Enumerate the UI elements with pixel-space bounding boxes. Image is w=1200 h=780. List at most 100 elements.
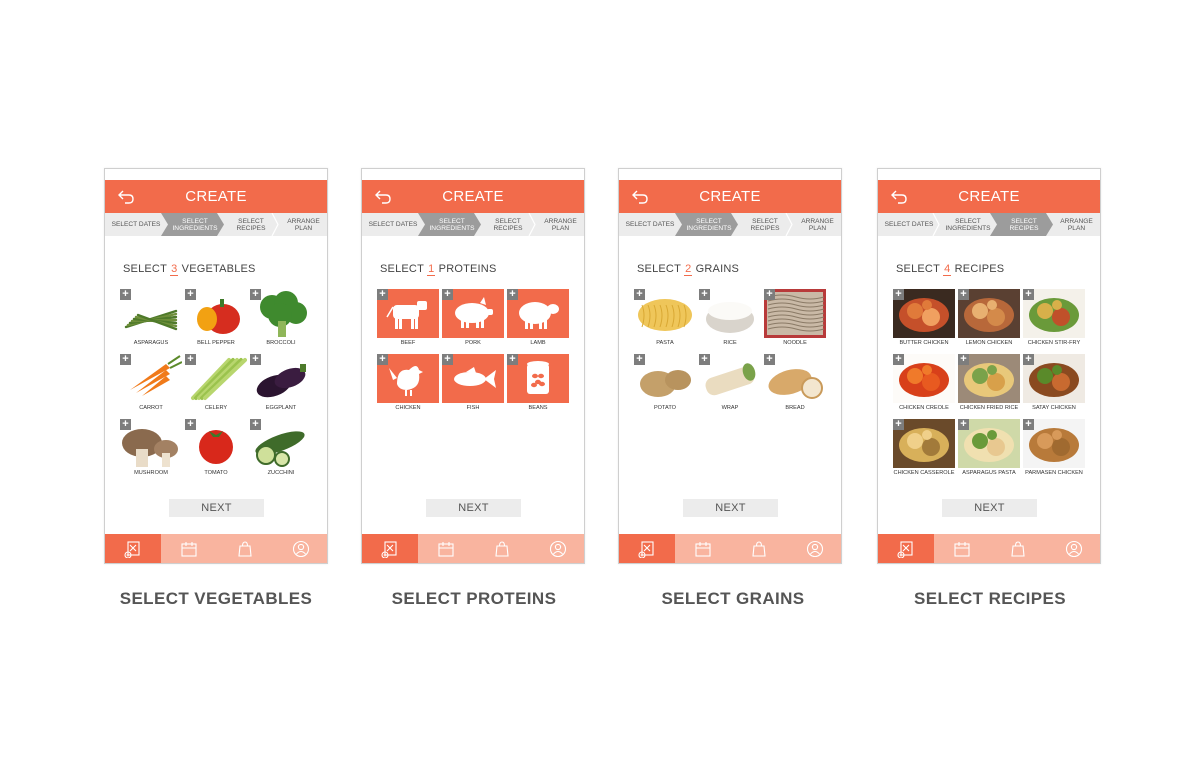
- step-select-ingredients[interactable]: SELECT INGREDIENTS: [934, 213, 997, 236]
- plus-icon[interactable]: +: [634, 354, 645, 365]
- tile-lemon-chicken[interactable]: + LEMON CHICKEN: [958, 289, 1020, 351]
- next-button[interactable]: NEXT: [426, 499, 521, 517]
- tile-pasta[interactable]: + PASTA: [634, 289, 696, 351]
- plus-icon[interactable]: +: [250, 354, 261, 365]
- tile-beans[interactable]: + BEANS: [507, 354, 569, 416]
- tile-satay-chicken[interactable]: + SATAY CHICKEN: [1023, 354, 1085, 416]
- plus-icon[interactable]: +: [634, 289, 645, 300]
- tile-carrot[interactable]: + CARROT: [120, 354, 182, 416]
- nav-item-calendar[interactable]: [418, 534, 474, 563]
- nav-item-create-plan[interactable]: [362, 534, 418, 563]
- plus-icon[interactable]: +: [699, 289, 710, 300]
- step-select-recipes[interactable]: SELECT RECIPES: [990, 213, 1053, 236]
- step-arrange-plan[interactable]: ARRANGE PLAN: [1046, 213, 1102, 236]
- nav-item-create-plan[interactable]: [619, 534, 675, 563]
- step-select-ingredients[interactable]: SELECT INGREDIENTS: [418, 213, 481, 236]
- nav-item-profile[interactable]: [1046, 534, 1102, 563]
- nav-item-profile[interactable]: [787, 534, 843, 563]
- plus-icon[interactable]: +: [507, 289, 518, 300]
- tile-mushroom[interactable]: + MUSHROOM: [120, 419, 182, 481]
- bottom-navigation: [619, 534, 841, 563]
- plus-icon[interactable]: +: [893, 354, 904, 365]
- page-title: CREATE: [185, 188, 247, 205]
- selection-count: 2: [684, 263, 693, 276]
- tile-bread[interactable]: + BREAD: [764, 354, 826, 416]
- step-progress-bar: SELECT DATES SELECT INGREDIENTS SELECT REC…: [619, 213, 841, 236]
- tile-chicken[interactable]: + CHICKEN: [377, 354, 439, 416]
- step-select-dates[interactable]: SELECT DATES: [619, 213, 682, 236]
- plus-icon[interactable]: +: [1023, 419, 1034, 430]
- plus-icon[interactable]: +: [764, 354, 775, 365]
- tile-asparagus[interactable]: + ASPARAGUS: [120, 289, 182, 351]
- plus-icon[interactable]: +: [250, 289, 261, 300]
- plus-icon[interactable]: +: [893, 289, 904, 300]
- plus-icon[interactable]: +: [185, 289, 196, 300]
- tile-zucchini[interactable]: + ZUCCHINI: [250, 419, 312, 481]
- plus-icon[interactable]: +: [699, 354, 710, 365]
- tile-potato[interactable]: + POTATO: [634, 354, 696, 416]
- plus-icon[interactable]: +: [185, 354, 196, 365]
- nav-item-shopping-bag[interactable]: [474, 534, 530, 563]
- plus-icon[interactable]: +: [893, 419, 904, 430]
- tile-asparagus-pasta[interactable]: + ASPARAGUS PASTA: [958, 419, 1020, 481]
- tile-noodle[interactable]: + NOODLE: [764, 289, 826, 351]
- nav-item-calendar[interactable]: [161, 534, 217, 563]
- nav-item-create-plan[interactable]: [105, 534, 161, 563]
- tile-chicken-casserole[interactable]: + CHICKEN CASSEROLE: [893, 419, 955, 481]
- tile-lamb[interactable]: + LAMB: [507, 289, 569, 351]
- plus-icon[interactable]: +: [185, 419, 196, 430]
- tile-eggplant[interactable]: + EGGPLANT: [250, 354, 312, 416]
- step-select-ingredients[interactable]: SELECT INGREDIENTS: [675, 213, 738, 236]
- plus-icon[interactable]: +: [958, 289, 969, 300]
- step-arrange-plan[interactable]: ARRANGE PLAN: [273, 213, 329, 236]
- next-button[interactable]: NEXT: [169, 499, 264, 517]
- plus-icon[interactable]: +: [442, 289, 453, 300]
- tile-pork[interactable]: + PORK: [442, 289, 504, 351]
- next-button[interactable]: NEXT: [942, 499, 1037, 517]
- tile-celery[interactable]: + CELERY: [185, 354, 247, 416]
- tile-chicken-stir-fry[interactable]: + CHICKEN STIR-FRY: [1023, 289, 1085, 351]
- step-select-dates[interactable]: SELECT DATES: [105, 213, 168, 236]
- plus-icon[interactable]: +: [958, 419, 969, 430]
- tile-butter-chicken[interactable]: + BUTTER CHICKEN: [893, 289, 955, 351]
- plus-icon[interactable]: +: [958, 354, 969, 365]
- step-arrange-plan[interactable]: ARRANGE PLAN: [530, 213, 586, 236]
- calendar-icon: [438, 541, 454, 557]
- tile-parmasen-chicken[interactable]: + PARMASEN CHICKEN: [1023, 419, 1085, 481]
- plus-icon[interactable]: +: [764, 289, 775, 300]
- step-arrange-plan[interactable]: ARRANGE PLAN: [787, 213, 843, 236]
- plus-icon[interactable]: +: [120, 354, 131, 365]
- tile-broccoli[interactable]: + BROCCOLI: [250, 289, 312, 351]
- nav-item-shopping-bag[interactable]: [990, 534, 1046, 563]
- plus-icon[interactable]: +: [377, 354, 388, 365]
- nav-item-profile[interactable]: [530, 534, 586, 563]
- heading-prefix: SELECT: [896, 263, 940, 275]
- tile-beef[interactable]: + BEEF: [377, 289, 439, 351]
- app-bar: CREATE: [878, 180, 1100, 213]
- tile-rice[interactable]: + RICE: [699, 289, 761, 351]
- nav-item-calendar[interactable]: [675, 534, 731, 563]
- plus-icon[interactable]: +: [377, 289, 388, 300]
- next-button[interactable]: NEXT: [683, 499, 778, 517]
- plus-icon[interactable]: +: [507, 354, 518, 365]
- tile-tomato[interactable]: + TOMATO: [185, 419, 247, 481]
- plus-icon[interactable]: +: [120, 419, 131, 430]
- step-select-ingredients[interactable]: SELECT INGREDIENTS: [161, 213, 224, 236]
- tile-bell-pepper[interactable]: + BELL PEPPER: [185, 289, 247, 351]
- plus-icon[interactable]: +: [120, 289, 131, 300]
- nav-item-shopping-bag[interactable]: [217, 534, 273, 563]
- tile-chicken-creole[interactable]: + CHICKEN CREOLE: [893, 354, 955, 416]
- plus-icon[interactable]: +: [1023, 354, 1034, 365]
- step-select-dates[interactable]: SELECT DATES: [362, 213, 425, 236]
- plus-icon[interactable]: +: [442, 354, 453, 365]
- nav-item-create-plan[interactable]: [878, 534, 934, 563]
- screen-caption: SELECT PROTEINS: [391, 589, 557, 608]
- nav-item-calendar[interactable]: [934, 534, 990, 563]
- nav-item-shopping-bag[interactable]: [731, 534, 787, 563]
- plus-icon[interactable]: +: [250, 419, 261, 430]
- tile-wrap[interactable]: + WRAP: [699, 354, 761, 416]
- tile-chicken-fried-rice[interactable]: + CHICKEN FRIED RICE: [958, 354, 1020, 416]
- plus-icon[interactable]: +: [1023, 289, 1034, 300]
- nav-item-profile[interactable]: [273, 534, 329, 563]
- tile-fish[interactable]: + FISH: [442, 354, 504, 416]
